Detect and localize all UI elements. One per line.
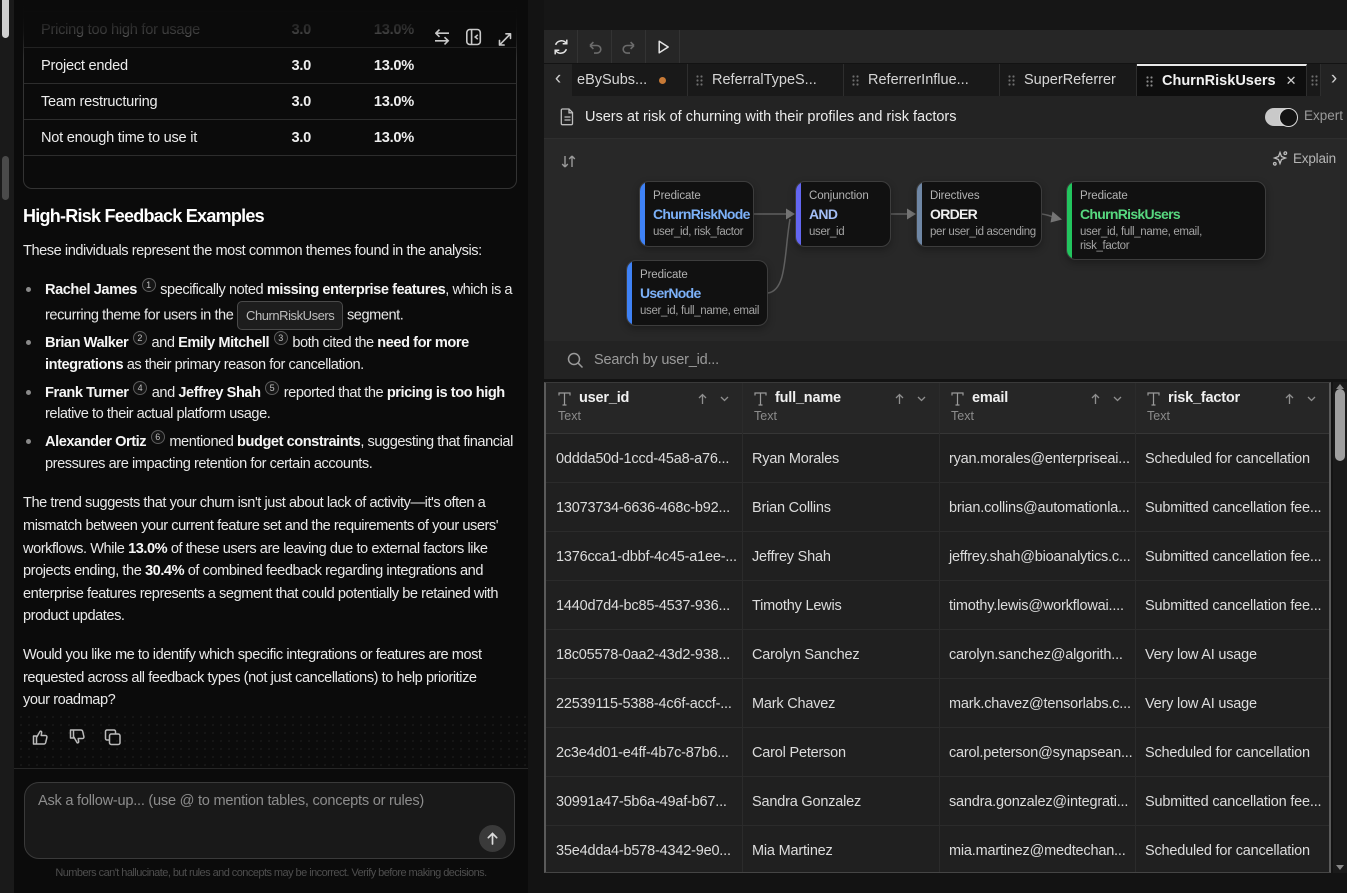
svg-text:Explain: Explain <box>1293 151 1336 166</box>
